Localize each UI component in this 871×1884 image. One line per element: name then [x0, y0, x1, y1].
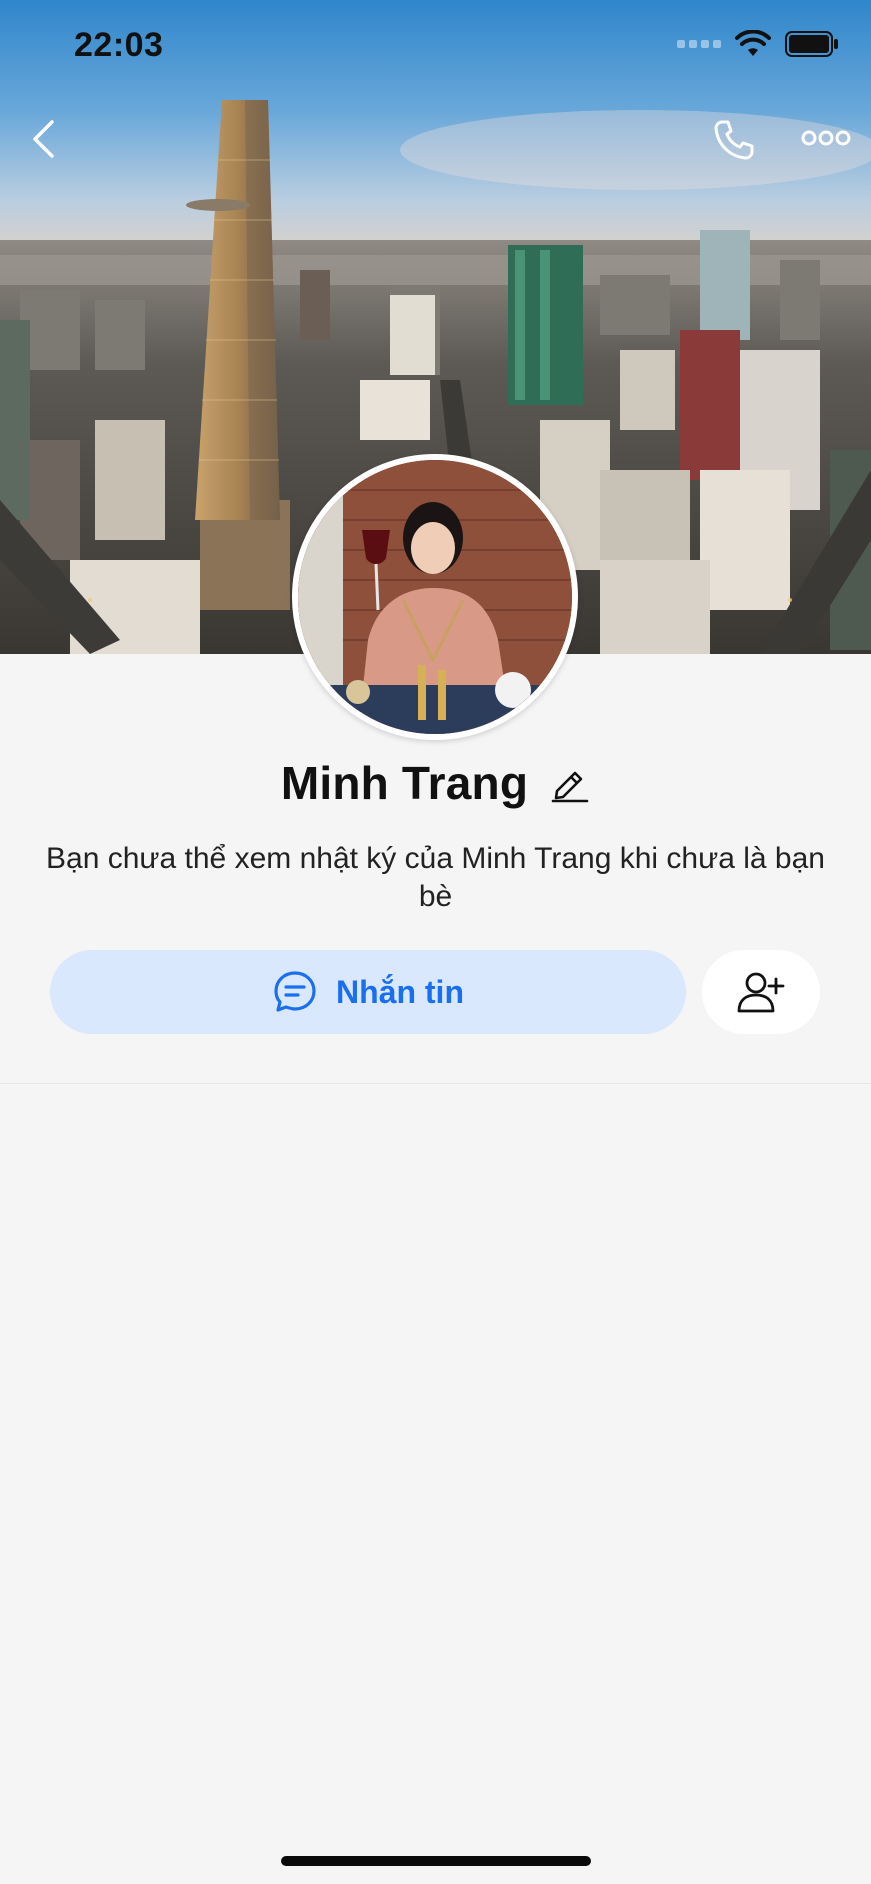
profile-name: Minh Trang: [280, 757, 529, 809]
chat-bubble-icon: [274, 971, 316, 1012]
add-user-icon: [737, 972, 785, 1013]
back-button[interactable]: [18, 110, 68, 168]
phone-icon: [714, 120, 754, 160]
wifi-icon: [735, 30, 771, 56]
pencil-icon[interactable]: [548, 762, 590, 804]
call-button[interactable]: [706, 112, 762, 168]
cellular-signal-icon: [677, 40, 721, 48]
section-divider: [0, 1083, 871, 1084]
add-friend-button[interactable]: [702, 950, 820, 1034]
chevron-left-icon: [33, 120, 54, 158]
home-indicator[interactable]: [281, 1856, 591, 1866]
battery-icon: [785, 31, 838, 57]
message-button[interactable]: Nhắn tin: [50, 950, 686, 1034]
more-options-button[interactable]: [796, 118, 856, 158]
profile-description: Bạn chưa thể xem nhật ký của Minh Trang …: [46, 842, 825, 913]
status-icons: [677, 30, 839, 58]
avatar[interactable]: [292, 454, 578, 740]
ellipsis-icon: [801, 130, 851, 146]
avatar-photo: [298, 460, 572, 734]
status-time: 22:03: [74, 26, 164, 64]
profile-name-row: Minh Trang: [0, 756, 871, 810]
profile-screen: 22:03 Minh Trang Bạn chưa thể xem nhật k…: [0, 0, 871, 1884]
message-button-label: Nhắn tin: [336, 973, 464, 1010]
